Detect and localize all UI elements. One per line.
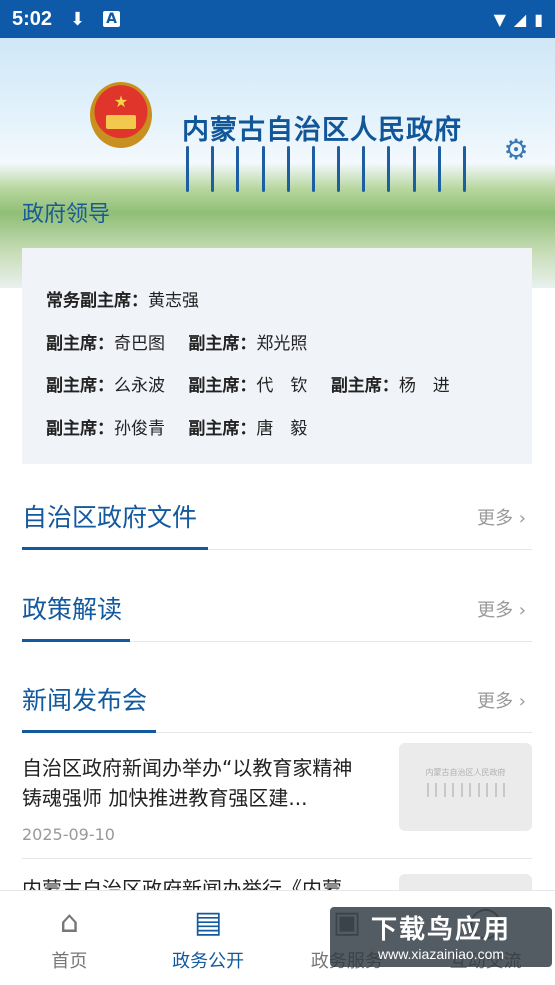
leader-name[interactable]: 奇巴图 bbox=[114, 334, 165, 354]
wifi-icon: ▼ bbox=[493, 9, 506, 29]
leader-row: 副主席：奇巴图 副主席：郑光照 bbox=[46, 329, 325, 354]
download-icon: ⬇ bbox=[70, 8, 86, 30]
gear-icon[interactable]: ⚙ bbox=[500, 134, 532, 166]
section-underline bbox=[22, 547, 208, 550]
leader-role: 常务副主席： bbox=[46, 291, 148, 311]
watermark: 下载鸟应用 www.xiazainiao.com bbox=[330, 907, 552, 967]
mongolian-script-title bbox=[186, 146, 466, 192]
leader-role: 副主席： bbox=[188, 419, 257, 439]
battery-icon: ▮ bbox=[534, 9, 543, 29]
leader-name[interactable]: 杨 进 bbox=[399, 376, 450, 396]
national-emblem-icon: ★ bbox=[90, 82, 152, 148]
news-date: 2025-09-10 bbox=[22, 825, 115, 844]
leader-row: 副主席：孙俊青 副主席：唐 毅 bbox=[46, 414, 325, 439]
documents-icon: ▤ bbox=[193, 905, 223, 940]
home-icon: ⌂ bbox=[59, 905, 79, 940]
leaders-card: 常务副主席：黄志强 副主席：奇巴图 副主席：郑光照 副主席：么永波 副主席：代 … bbox=[22, 248, 532, 464]
news-headline[interactable]: 自治区政府新闻办举办“以教育家精神铸魂强师 加快推进教育强区建... bbox=[22, 753, 372, 813]
leader-name[interactable]: 郑光照 bbox=[256, 334, 307, 354]
leader-name[interactable]: 黄志强 bbox=[148, 291, 199, 311]
leader-role: 副主席： bbox=[330, 376, 399, 396]
section-press-conference: 新闻发布会 更多 › bbox=[22, 673, 532, 733]
section-policy-interpretation: 政策解读 更多 › bbox=[22, 582, 532, 642]
watermark-url: www.xiazainiao.com bbox=[377, 946, 505, 962]
leader-role: 副主席： bbox=[188, 334, 257, 354]
nav-government-affairs[interactable]: ▤ 政务公开 bbox=[139, 891, 278, 985]
signal-icon: ◢ bbox=[513, 9, 527, 29]
watermark-title: 下载鸟应用 bbox=[370, 915, 511, 945]
status-bar: 5:02 ⬇ A ▼ ◢ ▮ bbox=[0, 0, 555, 38]
section-title[interactable]: 新闻发布会 bbox=[22, 681, 147, 717]
thumbnail-caption: 内蒙古自治区人民政府 bbox=[425, 768, 506, 777]
government-title: 内蒙古自治区人民政府 bbox=[182, 115, 462, 146]
leader-name[interactable]: 唐 毅 bbox=[256, 419, 307, 439]
nav-label: 政务公开 bbox=[172, 951, 245, 972]
leader-role: 副主席： bbox=[188, 376, 257, 396]
section-underline bbox=[22, 639, 130, 642]
leader-row: 副主席：么永波 副主席：代 钦 副主席：杨 进 bbox=[46, 371, 468, 396]
more-link[interactable]: 更多 › bbox=[477, 596, 526, 622]
leader-name[interactable]: 孙俊青 bbox=[114, 419, 165, 439]
news-item[interactable]: 自治区政府新闻办举办“以教育家精神铸魂强师 加快推进教育强区建... 2025-… bbox=[22, 743, 532, 853]
leader-name[interactable]: 代 钦 bbox=[256, 376, 307, 396]
news-thumbnail[interactable]: 内蒙古自治区人民政府 bbox=[399, 743, 532, 831]
section-government-documents: 自治区政府文件 更多 › bbox=[22, 490, 532, 550]
section-title[interactable]: 自治区政府文件 bbox=[22, 498, 197, 534]
divider bbox=[22, 858, 532, 859]
status-time: 5:02 bbox=[12, 7, 53, 30]
more-link[interactable]: 更多 › bbox=[477, 687, 526, 713]
leader-role: 副主席： bbox=[46, 376, 114, 396]
section-underline bbox=[22, 730, 156, 733]
leader-role: 副主席： bbox=[46, 419, 114, 439]
leader-role: 副主席： bbox=[46, 334, 114, 354]
mongolian-script-thumbnail bbox=[427, 783, 505, 797]
leader-row: 常务副主席：黄志强 bbox=[46, 286, 217, 311]
notification-app-icon: A bbox=[103, 11, 120, 27]
nav-home[interactable]: ⌂ 首页 bbox=[0, 891, 139, 985]
leader-name[interactable]: 么永波 bbox=[114, 376, 165, 396]
nav-label: 首页 bbox=[51, 951, 88, 972]
section-title[interactable]: 政策解读 bbox=[22, 590, 122, 626]
more-link[interactable]: 更多 › bbox=[477, 504, 526, 530]
leaders-section-title: 政府领导 bbox=[22, 202, 111, 227]
